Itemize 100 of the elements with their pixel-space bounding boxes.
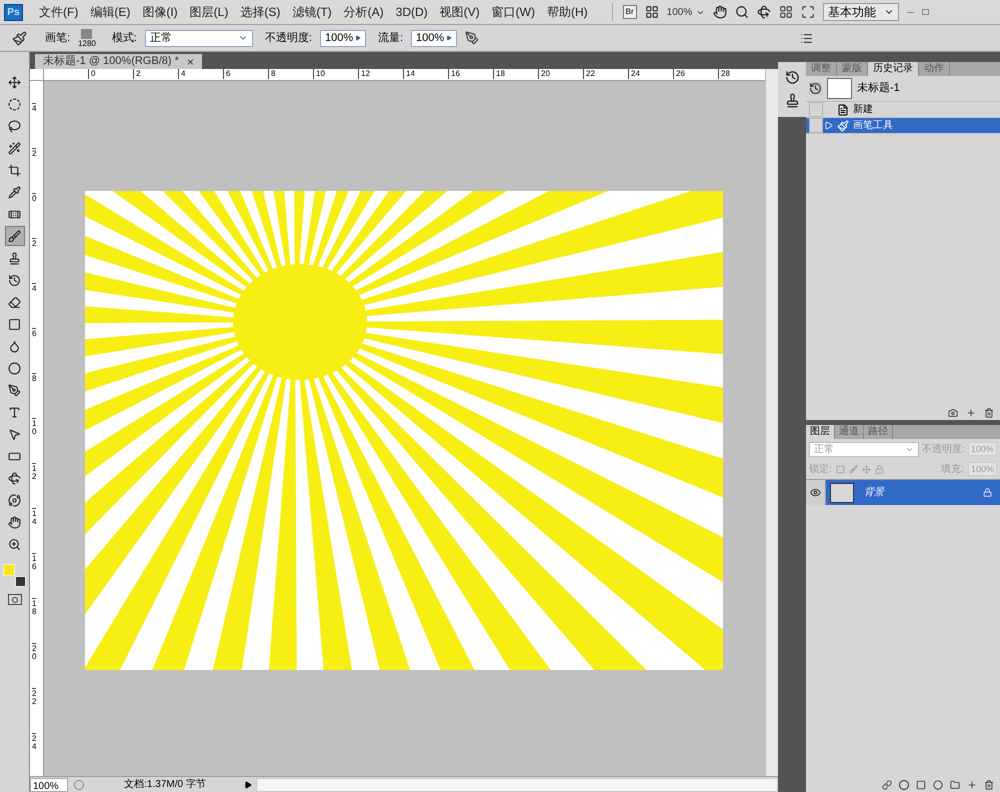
app-logo[interactable]: Ps bbox=[4, 4, 23, 20]
rotate-icon[interactable] bbox=[757, 5, 772, 19]
clone-dock-icon[interactable] bbox=[784, 93, 800, 108]
history-dock-icon[interactable] bbox=[784, 70, 800, 85]
slider-arrow-icon bbox=[446, 35, 452, 41]
panel-toggle-icon[interactable] bbox=[800, 32, 814, 44]
ruler-label: 10 bbox=[313, 69, 325, 79]
menu-item[interactable]: 滤镜(T) bbox=[292, 3, 332, 21]
menu-item[interactable]: 图层(L) bbox=[190, 3, 228, 21]
delete-icon[interactable] bbox=[984, 780, 994, 790]
ruler-label: 26 bbox=[673, 69, 685, 79]
zoom-field[interactable]: 100% bbox=[30, 778, 68, 792]
horizontal-scrollbar[interactable] bbox=[256, 778, 778, 792]
ruler-label: 18 bbox=[32, 598, 36, 616]
ruler-label: 14 bbox=[403, 69, 415, 79]
history-source-icon[interactable] bbox=[824, 121, 833, 130]
brush-preset-icon[interactable] bbox=[12, 30, 27, 46]
ruler-label: 8 bbox=[32, 373, 36, 383]
new-snapshot-icon[interactable] bbox=[948, 408, 958, 418]
opacity-field[interactable]: 100% bbox=[320, 30, 366, 46]
mode-label: 模式: bbox=[112, 30, 137, 46]
link-icon[interactable] bbox=[882, 780, 892, 790]
snapshot-name[interactable]: 未标题-1 bbox=[857, 80, 900, 97]
ruler-label: 16 bbox=[32, 553, 36, 571]
panel-tab[interactable]: 历史记录 bbox=[868, 62, 919, 76]
new-layer-icon[interactable] bbox=[967, 780, 977, 790]
lock-label: 锁定: bbox=[809, 462, 832, 476]
ruler-label: 22 bbox=[583, 69, 595, 79]
ruler-label: 12 bbox=[358, 69, 370, 79]
ruler-label: 24 bbox=[628, 69, 640, 79]
group-icon[interactable] bbox=[950, 780, 960, 790]
fill-label: 填充: bbox=[941, 462, 964, 476]
history-item-label: 新建 bbox=[853, 102, 873, 117]
visibility-toggle[interactable] bbox=[806, 480, 826, 505]
layer-name: 背景 bbox=[864, 486, 886, 500]
eye-icon bbox=[810, 487, 821, 498]
ruler-label: 2 bbox=[32, 238, 36, 248]
menu-item[interactable]: 分析(A) bbox=[344, 3, 384, 21]
menu-item[interactable]: 编辑(E) bbox=[90, 3, 130, 21]
quick-mask-icon[interactable] bbox=[8, 594, 22, 605]
ruler-label: 20 bbox=[32, 643, 36, 661]
ruler-label: 0 bbox=[88, 69, 96, 79]
layer-thumbnail bbox=[830, 482, 854, 502]
snapshot-source-icon[interactable] bbox=[809, 82, 822, 95]
layer-row[interactable]: 背景 bbox=[826, 480, 1000, 505]
menu-item[interactable]: 3D(D) bbox=[396, 3, 428, 21]
ruler-label: 2 bbox=[32, 148, 36, 158]
history-item[interactable]: 画笔工具 bbox=[806, 118, 1000, 134]
bridge-button[interactable]: Br bbox=[622, 5, 637, 19]
zoom-dropdown[interactable]: 100% bbox=[666, 4, 706, 20]
flow-label: 流量: bbox=[378, 30, 404, 46]
menu-item[interactable]: 视图(V) bbox=[440, 3, 480, 21]
vertical-scrollbar[interactable] bbox=[765, 69, 778, 776]
ruler-label: 22 bbox=[32, 688, 36, 706]
foreground-swatch[interactable] bbox=[2, 564, 14, 576]
background-swatch[interactable] bbox=[14, 576, 26, 587]
airbrush-icon[interactable] bbox=[465, 31, 480, 45]
hand-icon[interactable] bbox=[713, 5, 728, 19]
ruler-label: 28 bbox=[718, 69, 730, 79]
ruler-label: 4 bbox=[32, 283, 36, 293]
close-tab-button[interactable]: × bbox=[186, 52, 194, 70]
menu-item[interactable]: 图像(I) bbox=[142, 3, 178, 21]
brush-tool-icon[interactable] bbox=[4, 226, 24, 246]
flow-field[interactable]: 100% bbox=[411, 30, 458, 46]
opacity-label: 不透明度: bbox=[264, 30, 312, 46]
ruler-label: 4 bbox=[32, 103, 36, 113]
status-menu-icon[interactable] bbox=[244, 780, 252, 788]
brush-label: 画笔: bbox=[45, 30, 70, 46]
menu-item[interactable]: 选择(S) bbox=[240, 3, 280, 21]
ruler-label: 16 bbox=[448, 69, 460, 79]
ruler-label: 4 bbox=[178, 69, 186, 79]
menu-item[interactable]: 文件(F) bbox=[39, 3, 78, 21]
ruler-label: 6 bbox=[32, 328, 36, 338]
ruler-label: 24 bbox=[32, 733, 36, 751]
ruler-label: 12 bbox=[32, 463, 36, 481]
ruler-label: 2 bbox=[133, 69, 140, 79]
search-icon[interactable] bbox=[735, 5, 750, 19]
ruler-label: 10 bbox=[32, 418, 36, 436]
menu-item[interactable]: 窗口(W) bbox=[492, 3, 535, 21]
snapshot-thumbnail bbox=[827, 78, 852, 99]
layer-opacity-label: 不透明度: bbox=[922, 442, 965, 456]
history-item-label: 画笔工具 bbox=[853, 119, 893, 133]
ruler-origin[interactable] bbox=[30, 69, 44, 81]
ruler-label: 14 bbox=[32, 508, 36, 526]
workspace-dropdown[interactable]: 基本功能 bbox=[823, 3, 900, 21]
ruler-label: 6 bbox=[223, 69, 230, 79]
document-info: 文档:1.37M/0 字节 bbox=[123, 778, 207, 792]
delete-icon[interactable] bbox=[984, 408, 994, 418]
ruler-label: 0 bbox=[32, 193, 36, 203]
panel-tab[interactable]: 图层 bbox=[806, 425, 835, 439]
ruler-label: 8 bbox=[268, 69, 276, 79]
document-tab[interactable]: 未标题-1 @ 100%(RGB/8) * × bbox=[35, 54, 202, 69]
ruler-label: 20 bbox=[538, 69, 550, 79]
ruler-label: 18 bbox=[493, 69, 505, 79]
brush-picker[interactable]: 1280 bbox=[78, 28, 96, 48]
screen-mode-icon[interactable] bbox=[801, 5, 816, 19]
mode-dropdown[interactable]: 正常 bbox=[144, 30, 253, 46]
brush-icon bbox=[837, 120, 849, 132]
menu-item[interactable]: 帮助(H) bbox=[546, 3, 588, 21]
slider-arrow-icon bbox=[354, 35, 361, 41]
